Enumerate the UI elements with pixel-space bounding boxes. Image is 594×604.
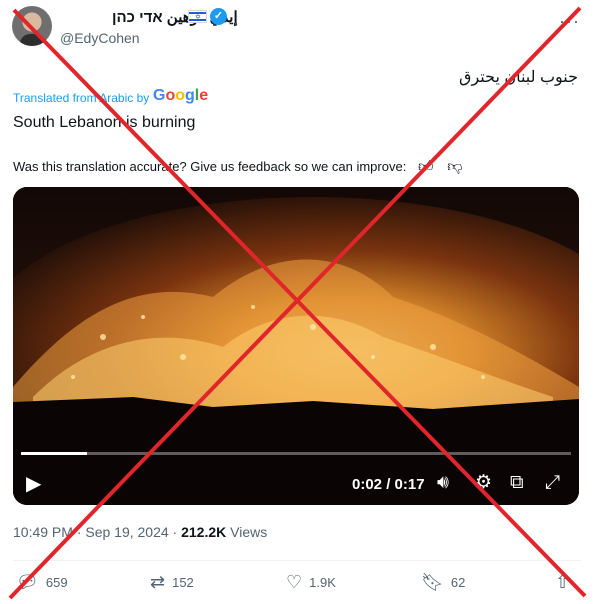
israel-flag-icon: ✡ (188, 10, 207, 23)
video-progress-bar[interactable] (21, 452, 571, 455)
feedback-text: Was this translation accurate? Give us f… (13, 159, 407, 174)
picture-in-picture-icon[interactable]: ⧉ (510, 473, 524, 493)
retweet-button[interactable]: ⇄ 152 (150, 573, 194, 591)
avatar[interactable] (12, 6, 52, 46)
video-progress-fill (21, 452, 87, 455)
video-time-display: 0:02 / 0:17 (352, 476, 425, 493)
tweet-original-text: جنوب لبنان يحترق (459, 69, 578, 86)
divider (13, 560, 581, 561)
translated-label: Translated from Arabic by (13, 91, 150, 105)
video-frame-fire (13, 187, 579, 505)
views-label: Views (226, 524, 268, 540)
reply-button[interactable]: 💬︎ 659 (16, 573, 68, 591)
reply-icon: 💬︎ (16, 572, 39, 592)
video-player[interactable]: ▶ 0:02 / 0:17 🔊︎ ⚙ ⧉ ⤢ (13, 187, 579, 505)
like-button[interactable]: ♡ 1.9K (286, 573, 336, 591)
google-logo: Google (153, 87, 209, 104)
views-count: 212.2K (181, 524, 227, 540)
retweet-icon: ⇄ (150, 572, 166, 592)
tweet-timestamp[interactable]: 10:49 PM · Sep 19, 2024 · (13, 524, 181, 540)
thumbs-up-icon[interactable]: 👍︎ (418, 158, 434, 175)
video-controls: ▶ 0:02 / 0:17 🔊︎ ⚙ ⧉ ⤢ (13, 463, 579, 505)
retweet-count: 152 (172, 574, 194, 590)
fullscreen-icon[interactable]: ⤢ (545, 473, 560, 493)
heart-icon: ♡ (286, 572, 303, 592)
more-options-icon[interactable]: ··· (559, 11, 580, 32)
bookmark-button[interactable]: 🔖︎ 62 (421, 573, 465, 591)
play-icon[interactable]: ▶ (26, 474, 41, 494)
share-icon: ⇧ (555, 572, 571, 592)
like-count: 1.9K (309, 574, 336, 590)
volume-icon[interactable]: 🔊︎ (437, 473, 449, 493)
verified-badge-icon[interactable]: ✓ (210, 8, 227, 25)
thumbs-down-icon[interactable]: 👎︎ (447, 158, 462, 175)
bookmark-count: 62 (450, 574, 466, 590)
author-handle[interactable]: @EdyCohen (60, 30, 140, 46)
tweet-translation: South Lebanon is burning (13, 114, 196, 131)
bookmark-icon: 🔖︎ (421, 572, 444, 592)
settings-gear-icon[interactable]: ⚙ (475, 473, 492, 493)
tweet-metadata: 10:49 PM · Sep 19, 2024 · 212.2K Views (13, 524, 267, 540)
share-button[interactable]: ⇧ (555, 573, 570, 591)
translation-feedback-prompt: Was this translation accurate? Give us f… (13, 158, 463, 176)
reply-count: 659 (45, 574, 68, 590)
